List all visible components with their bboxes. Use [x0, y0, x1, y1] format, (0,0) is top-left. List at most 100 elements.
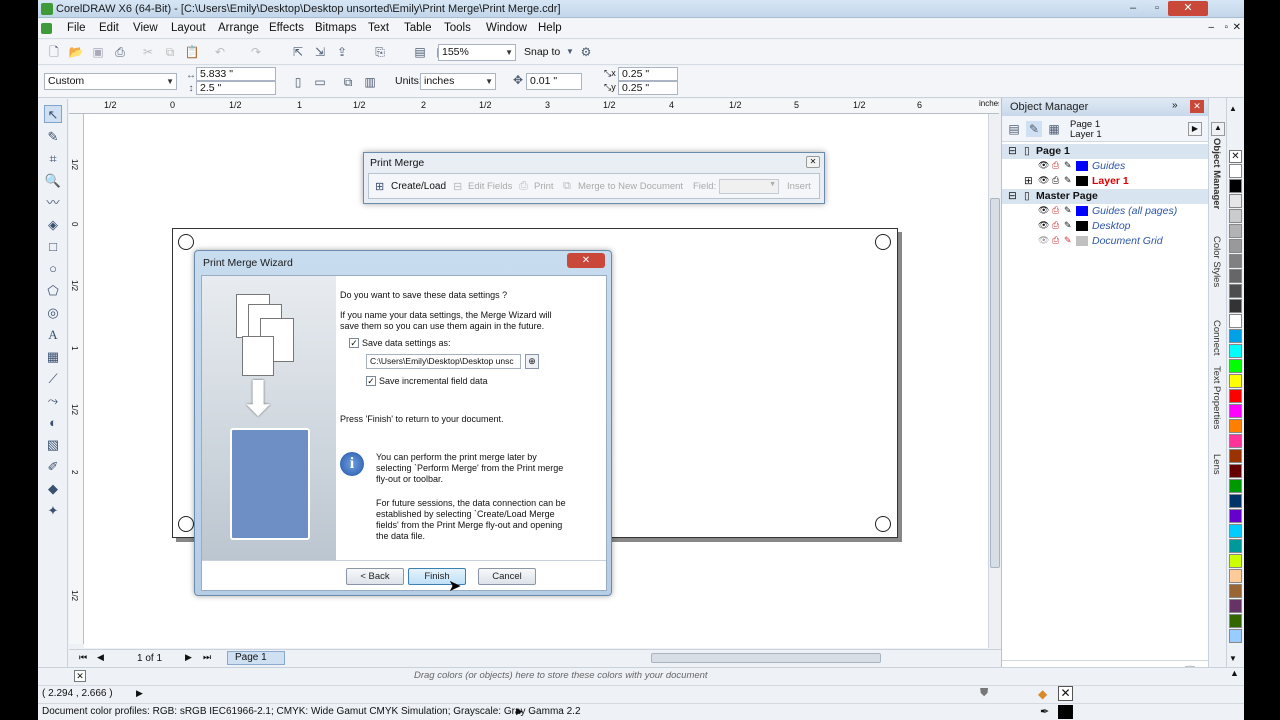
maximize-icon[interactable]: ▫ — [1146, 1, 1168, 16]
menu-help[interactable]: Help — [538, 22, 562, 34]
expand-icon[interactable]: » — [1172, 100, 1178, 111]
horizontal-ruler[interactable]: 1/2 0 1/2 1 1/2 2 1/2 3 1/2 4 1/2 5 1/2 … — [69, 99, 999, 114]
polygon-tool-icon[interactable]: ⬠ — [44, 282, 62, 300]
close-icon[interactable]: ✕ — [806, 156, 820, 168]
tree-master-page[interactable]: ⊟ ▯ Master Page — [1002, 189, 1209, 204]
freehand-tool-icon[interactable]: 〰 — [44, 194, 62, 212]
tree-layer-1[interactable]: ⊞ 👁 ⎙ ✎ Layer 1 — [1002, 174, 1209, 189]
dimension-tool-icon[interactable]: ⟋ — [44, 370, 62, 388]
menu-bitmaps[interactable]: Bitmaps — [315, 22, 357, 34]
tab-connect[interactable]: Connect — [1211, 320, 1222, 355]
menu-table[interactable]: Table — [404, 22, 432, 34]
doc-minimize-icon[interactable]: – — [1208, 22, 1214, 33]
color-swatch[interactable] — [1229, 494, 1242, 508]
redo-icon[interactable]: ↷ — [248, 44, 264, 60]
duplicate-x-field[interactable]: 0.25 " — [618, 67, 678, 81]
color-swatch[interactable] — [1229, 479, 1242, 493]
color-swatch[interactable] — [1229, 449, 1242, 463]
portrait-icon[interactable]: ▯ — [290, 74, 306, 90]
app-launcher-icon[interactable]: ▤ — [412, 44, 428, 60]
table-tool-icon[interactable]: ▦ — [44, 348, 62, 366]
tab-lens[interactable]: Lens — [1211, 454, 1222, 475]
page-width-field[interactable]: 5.833 " — [196, 67, 276, 81]
transparency-tool-icon[interactable]: ▧ — [44, 436, 62, 454]
color-swatch[interactable] — [1229, 359, 1242, 373]
color-swatch[interactable] — [1229, 524, 1242, 538]
ellipse-tool-icon[interactable]: ○ — [44, 260, 62, 278]
edit-fields-button[interactable]: Edit Fields — [468, 181, 512, 192]
layer-manager-view-icon[interactable]: ▦ — [1046, 121, 1062, 137]
outline-color-swatch[interactable] — [1058, 705, 1073, 719]
copy-icon[interactable]: ⧉ — [162, 44, 178, 60]
fill-tool-icon[interactable]: ◆ — [44, 480, 62, 498]
collapse-icon[interactable]: ⊟ — [1008, 145, 1017, 157]
prev-page-icon[interactable]: ◀ — [97, 652, 104, 663]
new-icon[interactable]: 🗋 — [46, 44, 62, 60]
menu-file[interactable]: File — [67, 22, 86, 34]
connector-tool-icon[interactable]: ⤳ — [44, 392, 62, 410]
lock-icon[interactable]: ✎ — [1064, 220, 1072, 231]
scroll-up-icon[interactable]: ▲ — [1211, 122, 1225, 136]
color-swatch[interactable] — [1229, 299, 1242, 313]
eyedropper-tool-icon[interactable]: ✐ — [44, 458, 62, 476]
insert-button[interactable]: Insert — [787, 181, 811, 192]
color-swatch[interactable] — [1229, 269, 1242, 283]
zoom-levels-select[interactable]: 155% ▼ — [438, 44, 516, 61]
color-swatch[interactable] — [1229, 629, 1242, 643]
color-swatch[interactable] — [1229, 599, 1242, 613]
menu-arrange[interactable]: Arrange — [218, 22, 259, 34]
minimize-icon[interactable]: – — [1122, 1, 1144, 16]
page-size-select[interactable]: Custom ▼ — [44, 73, 177, 90]
doc-restore-icon[interactable]: ▫ — [1224, 22, 1228, 33]
menu-edit[interactable]: Edit — [99, 22, 119, 34]
vertical-ruler[interactable]: 1/2 0 1/2 1 1/2 2 1/2 — [69, 114, 84, 644]
color-swatch[interactable] — [1229, 284, 1242, 298]
close-icon[interactable]: ✕ — [1168, 1, 1208, 16]
nudge-field[interactable]: 0.01 " — [526, 73, 582, 90]
color-swatch[interactable] — [1229, 389, 1242, 403]
units-select[interactable]: inches ▼ — [420, 73, 496, 90]
pick-tool-icon[interactable]: ↖ — [44, 105, 62, 123]
visibility-icon[interactable]: 👁 — [1038, 175, 1049, 186]
tree-desktop[interactable]: 👁 ⎙ ✎ Desktop — [1002, 219, 1209, 234]
tree-page-1[interactable]: ⊟ ▯ Page 1 — [1002, 144, 1209, 159]
back-button[interactable]: < Back — [346, 568, 404, 585]
last-page-icon[interactable]: ⏭ — [203, 652, 211, 663]
lock-icon[interactable]: ✎ — [1064, 160, 1072, 171]
open-icon[interactable]: 📂 — [68, 44, 84, 60]
color-swatch[interactable] — [1229, 539, 1242, 553]
print-toggle-icon[interactable]: ⎙ — [1052, 205, 1059, 216]
save-icon[interactable]: ▣ — [90, 44, 106, 60]
color-swatch[interactable] — [1229, 224, 1242, 238]
color-swatch[interactable] — [1229, 434, 1242, 448]
lock-icon[interactable]: ✎ — [1064, 205, 1072, 216]
page-height-field[interactable]: 2.5 " — [196, 81, 276, 95]
lock-icon[interactable]: ✎ — [1064, 175, 1072, 186]
next-page-icon[interactable]: ▶ — [185, 652, 192, 663]
show-properties-icon[interactable]: ▤ — [1006, 121, 1022, 137]
tab-object-manager[interactable]: Object Manager — [1211, 138, 1222, 209]
circle-shape[interactable] — [875, 234, 891, 250]
visibility-icon[interactable]: 👁 — [1038, 205, 1049, 216]
color-swatch[interactable] — [1229, 419, 1242, 433]
landscape-icon[interactable]: ▭ — [312, 74, 328, 90]
color-swatch[interactable] — [1229, 404, 1242, 418]
publish-pdf-icon[interactable]: ⎘ — [372, 44, 388, 60]
color-swatch[interactable] — [1229, 344, 1242, 358]
color-swatch[interactable] — [1229, 464, 1242, 478]
flyout-menu-icon[interactable]: ▶ — [1188, 122, 1202, 136]
chevron-down-icon[interactable]: ▼ — [562, 44, 578, 60]
circle-shape[interactable] — [178, 516, 194, 532]
shape-tool-icon[interactable]: ✎ — [44, 128, 62, 146]
merge-to-new-button[interactable]: Merge to New Document — [578, 181, 683, 192]
rectangle-tool-icon[interactable]: □ — [44, 238, 62, 256]
close-icon[interactable]: ✕ — [1190, 100, 1204, 113]
page-tab[interactable]: Page 1 — [227, 651, 285, 665]
scroll-down-icon[interactable]: ▼ — [1229, 654, 1237, 663]
zoom-tool-icon[interactable]: 🔍 — [44, 172, 62, 190]
browse-icon[interactable]: ⊕ — [525, 354, 539, 369]
save-path-field[interactable]: C:\Users\Emily\Desktop\Desktop unsc — [366, 354, 521, 369]
menu-tools[interactable]: Tools — [444, 22, 471, 34]
save-settings-checkbox[interactable]: ✓ — [349, 338, 359, 348]
crop-tool-icon[interactable]: ⌗ — [44, 150, 62, 168]
